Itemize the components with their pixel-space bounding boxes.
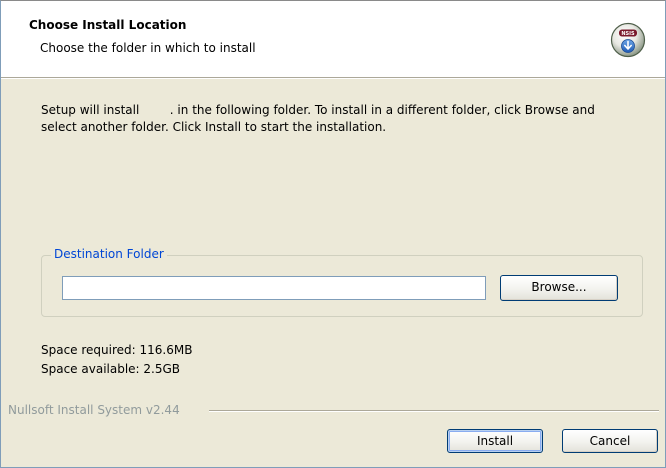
install-button[interactable]: Install — [447, 429, 543, 453]
header-panel: Choose Install Location Choose the folde… — [1, 1, 665, 78]
page-title: Choose Install Location — [29, 18, 187, 32]
intro-line-2: select another folder. Click Install to … — [41, 120, 387, 134]
cancel-button[interactable]: Cancel — [562, 429, 658, 453]
page-subtitle: Choose the folder in which to install — [40, 41, 256, 55]
browse-button[interactable]: Browse... — [500, 275, 618, 301]
destination-folder-label: Destination Folder — [51, 247, 167, 261]
installer-logo-icon: NSIS — [610, 22, 646, 58]
intro-line-1: Setup will install . in the following fo… — [41, 103, 595, 117]
installer-window: Choose Install Location Choose the folde… — [0, 0, 666, 468]
svg-text:NSIS: NSIS — [621, 31, 635, 37]
destination-path-input[interactable] — [62, 276, 486, 300]
space-required-text: Space required: 116.6MB — [41, 343, 193, 357]
branding-text: Nullsoft Install System v2.44 — [8, 403, 184, 417]
branding-divider — [209, 410, 659, 412]
space-available-text: Space available: 2.5GB — [41, 362, 181, 376]
intro-text: Setup will install . in the following fo… — [41, 102, 651, 136]
